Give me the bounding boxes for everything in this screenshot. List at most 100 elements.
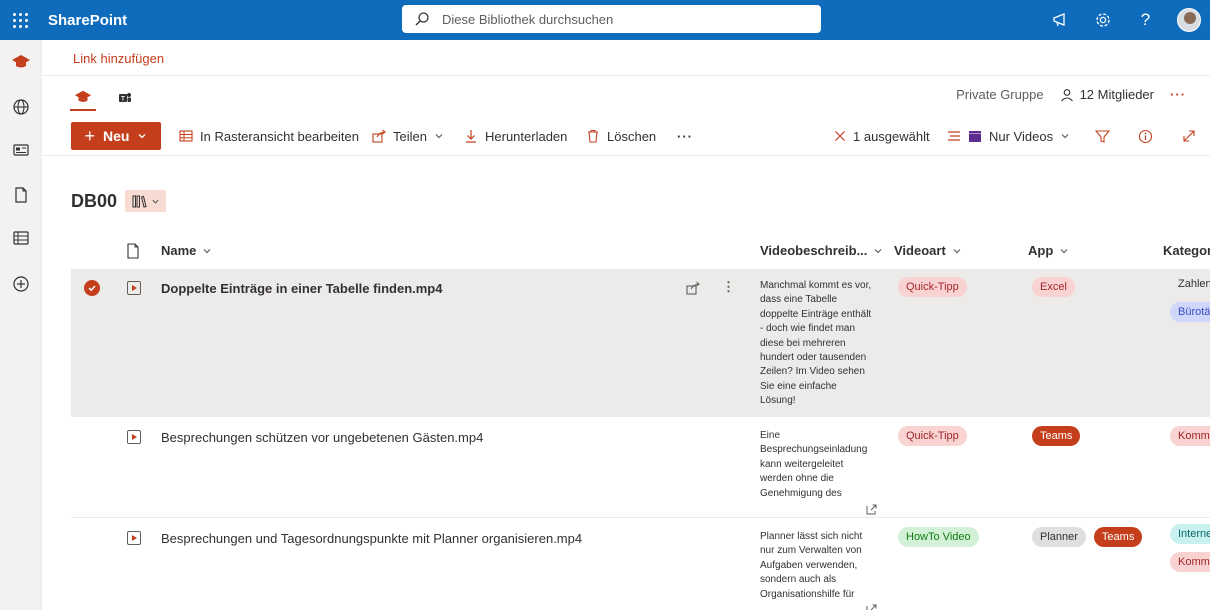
table-row[interactable]: Besprechungen schützen vor ungebetenen G… [71, 418, 1210, 518]
category-column-header[interactable]: Kategor [1163, 243, 1210, 258]
close-icon [835, 131, 845, 141]
app-tag: Excel [1032, 277, 1075, 297]
category-cell: Kommu [1170, 418, 1210, 517]
videoart-pill: Quick-Tipp [898, 426, 967, 446]
view-label: Nur Videos [989, 128, 1054, 144]
library-view-switcher[interactable] [125, 190, 167, 212]
videoart-column-header[interactable]: Videoart [894, 243, 962, 258]
download-label: Herunterladen [485, 128, 568, 144]
grid-icon [179, 130, 193, 142]
grid-edit-label: In Rasteransicht bearbeiten [200, 128, 359, 144]
videoart-tag: Quick-Tipp [898, 426, 967, 446]
row-more-button[interactable]: ⋮ [722, 279, 735, 295]
file-name-link[interactable]: Doppelte Einträge in einer Tabelle finde… [161, 281, 442, 296]
chevron-down-icon [874, 248, 882, 253]
app-pill: Teams [1032, 426, 1081, 446]
share-icon [372, 129, 386, 143]
rail-files-button[interactable] [0, 175, 42, 215]
rail-home-button[interactable] [0, 42, 42, 82]
more-vertical-icon: ⋮ [722, 279, 735, 294]
clear-selection-button[interactable]: 1 ausgewählt [834, 122, 930, 150]
description-text: Eine Besprechungseinladung kann weiterge… [760, 430, 868, 499]
account-button[interactable] [1167, 0, 1210, 40]
category-pill: Kommu [1170, 426, 1210, 446]
share-button[interactable]: Teilen [372, 122, 444, 150]
library-header: DB00 [71, 190, 167, 212]
plus-icon: + [84, 125, 96, 146]
info-button[interactable] [1138, 122, 1153, 150]
description-column-header[interactable]: Videobeschreib... [760, 243, 883, 258]
site-logo-tab[interactable] [70, 85, 96, 111]
trash-icon [588, 129, 598, 143]
search-placeholder[interactable]: Diese Bibliothek durchsuchen [442, 12, 613, 27]
document-icon [127, 243, 139, 259]
rail-sites-button[interactable] [0, 87, 42, 127]
announcement-icon[interactable] [1038, 0, 1081, 40]
file-type-column-header[interactable] [126, 243, 140, 259]
expand-button[interactable] [1182, 122, 1196, 150]
description-column-label: Videobeschreib... [760, 243, 868, 258]
share-icon [686, 281, 700, 295]
description-text: Planner lässt sich nicht nur zum Verwalt… [760, 531, 863, 600]
name-column-label: Name [161, 243, 197, 258]
grid-edit-button[interactable]: In Rasteransicht bearbeiten [179, 122, 359, 150]
row-checkbox[interactable] [84, 280, 100, 296]
file-name-link[interactable]: Besprechungen schützen vor ungebetenen G… [161, 430, 483, 445]
rail-news-button[interactable] [0, 130, 42, 170]
app-pill: Planner [1032, 527, 1086, 547]
members-count: 12 Mitglieder [1079, 87, 1154, 102]
filter-icon [1095, 129, 1110, 143]
globe-icon [13, 99, 29, 115]
new-button[interactable]: + Neu [71, 122, 161, 150]
app-title[interactable]: SharePoint [48, 12, 127, 29]
download-button[interactable]: Herunterladen [464, 122, 567, 150]
download-icon [466, 130, 476, 143]
person-icon [1060, 88, 1073, 101]
chevron-down-icon [1060, 248, 1068, 253]
category-cell: Interne Kommu [1170, 519, 1210, 610]
new-button-label: Neu [103, 128, 130, 144]
avatar [1176, 8, 1201, 32]
help-icon[interactable]: ? [1124, 0, 1167, 40]
teams-tab[interactable]: T [112, 85, 138, 111]
add-link-button[interactable]: Link hinzufügen [73, 51, 164, 66]
members-button[interactable]: 12 Mitglieder [1060, 87, 1154, 102]
chevron-down-icon [435, 134, 443, 139]
filter-button[interactable] [1095, 122, 1110, 150]
app-pill: Excel [1032, 277, 1075, 297]
delete-button[interactable]: Löschen [586, 122, 656, 150]
rail-create-button[interactable] [0, 264, 42, 304]
video-file-icon [127, 281, 141, 295]
selected-count: 1 ausgewählt [853, 128, 930, 144]
news-icon [13, 144, 29, 156]
waffle-icon [12, 12, 28, 28]
app-bar [0, 40, 42, 610]
name-column-header[interactable]: Name [161, 243, 212, 258]
graduation-cap-icon [74, 90, 92, 102]
open-external-icon[interactable] [866, 603, 877, 610]
table-row[interactable]: Besprechungen und Tagesordnungspunkte mi… [71, 519, 1210, 610]
description-text: Manchmal kommt es vor, dass eine Tabelle… [760, 280, 872, 407]
videoart-tag: HowTo Video [898, 527, 979, 547]
file-name-link[interactable]: Besprechungen und Tagesordnungspunkte mi… [161, 531, 582, 546]
chevron-down-icon [1061, 134, 1069, 139]
chevron-down-icon [203, 248, 211, 253]
video-file-icon [127, 531, 141, 545]
search-box[interactable]: Diese Bibliothek durchsuchen [402, 5, 821, 33]
more-commands-button[interactable]: ··· [677, 122, 693, 150]
videoart-tag: Quick-Tipp [898, 277, 967, 297]
share-row-button[interactable] [686, 281, 700, 298]
page-title: DB00 [71, 190, 118, 211]
category-pill: Interne [1170, 524, 1210, 544]
app-launcher-button[interactable] [0, 0, 40, 40]
table-row[interactable]: Doppelte Einträge in einer Tabelle finde… [71, 269, 1210, 417]
main-content: Link hinzufügen T Private Gruppe 12 Mitg… [43, 40, 1210, 610]
more-icon[interactable]: ··· [1170, 87, 1186, 102]
open-external-icon[interactable] [866, 503, 877, 518]
lines-icon [948, 131, 960, 141]
app-column-header[interactable]: App [1028, 243, 1069, 258]
suite-bar: SharePoint Diese Bibliothek durchsuchen … [0, 0, 1210, 40]
view-options-button[interactable]: Nur Videos [947, 122, 1070, 150]
gear-icon[interactable] [1081, 0, 1124, 40]
rail-lists-button[interactable] [0, 218, 42, 258]
